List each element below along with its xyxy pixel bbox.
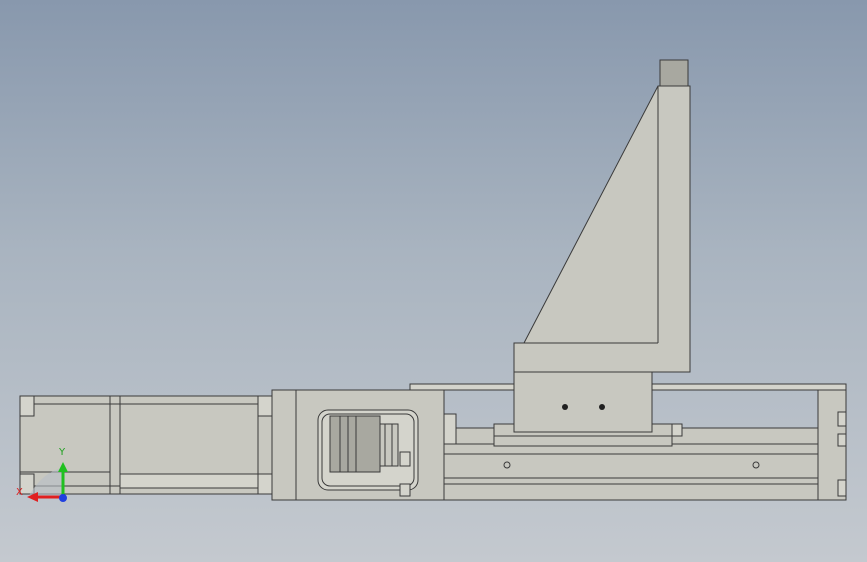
coupling-hub: [379, 423, 399, 467]
housing-screw-bottom: [399, 483, 411, 497]
end-block-screw-2: [837, 433, 847, 447]
carriage-hole-left: [562, 404, 568, 410]
carriage-hole-right: [599, 404, 605, 410]
rail-end-stop-left: [443, 413, 457, 445]
triad-x-label: X: [16, 487, 23, 498]
l-bracket[interactable]: [513, 59, 691, 373]
housing-screw-top: [399, 451, 411, 467]
coupling: [329, 415, 399, 473]
carriage[interactable]: [493, 371, 683, 447]
end-block-screw-3: [837, 479, 847, 497]
bracket-top-cap: [659, 59, 689, 87]
model-drawing: Y X: [16, 59, 847, 502]
motor-end-cap-top: [19, 395, 35, 417]
motor-flange-bottom: [257, 473, 273, 495]
cad-viewport[interactable]: Y X: [0, 0, 867, 562]
rail-base: [443, 443, 821, 501]
end-block-screw-1: [837, 411, 847, 427]
bracket-gusset: [513, 85, 691, 373]
coupling-housing[interactable]: [271, 389, 445, 501]
motor-rib: [119, 473, 259, 489]
triad-z-axis-dot: [59, 494, 67, 502]
mount-plate: [271, 389, 297, 501]
triad-y-label: Y: [58, 447, 66, 458]
coupling-body: [329, 415, 381, 473]
carriage-block: [513, 371, 653, 433]
motor-flange-top: [257, 395, 273, 417]
carriage-stop: [671, 423, 683, 437]
